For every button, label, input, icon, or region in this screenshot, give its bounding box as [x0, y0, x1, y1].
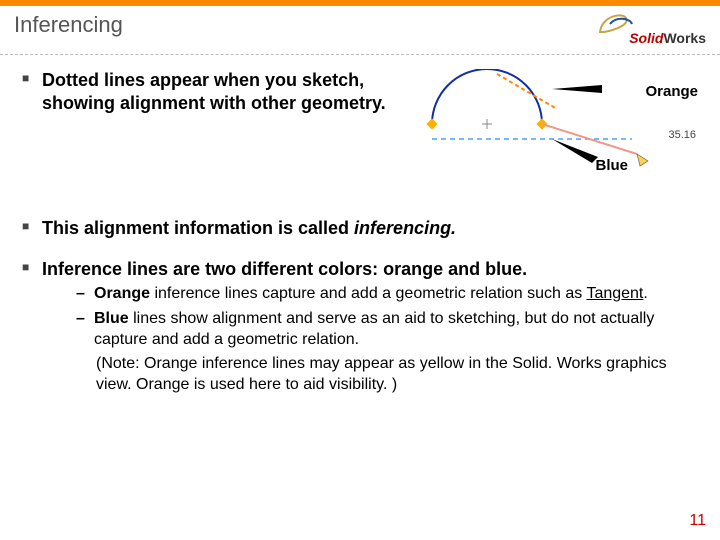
bullet-1-row: Dotted lines appear when you sketch, sho…	[22, 69, 698, 199]
title-separator	[0, 54, 720, 55]
sub1-word-orange: Orange	[94, 285, 150, 302]
sub1-tangent: Tangent	[586, 285, 643, 302]
brand-logo: SolidWorks	[596, 12, 706, 46]
page-number: 11	[689, 512, 706, 530]
note-text: (Note: Orange inference lines may appear…	[96, 354, 698, 396]
sub-bullet-2: Blue lines show alignment and serve as a…	[72, 309, 698, 351]
bullet-list: Dotted lines appear when you sketch, sho…	[22, 69, 698, 396]
brand-works: Works	[663, 30, 706, 46]
slide: Inferencing SolidWorks Dotted lines appe…	[0, 0, 720, 540]
bullet-2-text-b: inferencing.	[354, 218, 456, 238]
brand-solid: Solid	[629, 30, 663, 46]
content-area: Dotted lines appear when you sketch, sho…	[0, 69, 720, 396]
diagram-label-blue: Blue	[595, 157, 628, 176]
inference-diagram: Orange 35.16 Blue	[402, 69, 698, 199]
title-row: Inferencing SolidWorks	[0, 6, 720, 46]
bullet-2-text-a: This alignment information is called	[42, 218, 354, 238]
bullet-1-cols: Dotted lines appear when you sketch, sho…	[42, 69, 698, 199]
diagram-label-orange: Orange	[645, 83, 698, 102]
brand-logo-text: SolidWorks	[629, 30, 706, 46]
sub-bullet-1: Orange inference lines capture and add a…	[72, 284, 698, 305]
sub2-rest: lines show alignment and serve as an aid…	[94, 310, 654, 348]
bullet-3: Inference lines are two different colors…	[22, 258, 698, 396]
bullet-3-text: Inference lines are two different colors…	[42, 259, 527, 279]
sub2-word-blue: Blue	[94, 310, 129, 327]
page-title: Inferencing	[14, 12, 596, 38]
sub-bullet-list: Orange inference lines capture and add a…	[72, 284, 698, 350]
diagram-dimension: 35.16	[668, 129, 696, 143]
bullet-1-text: Dotted lines appear when you sketch, sho…	[42, 69, 392, 199]
diagram-svg	[402, 69, 662, 199]
sub1-mid: inference lines capture and add a geomet…	[150, 285, 586, 302]
sub1-end: .	[643, 285, 647, 302]
bullet-2: This alignment information is called inf…	[22, 217, 698, 240]
